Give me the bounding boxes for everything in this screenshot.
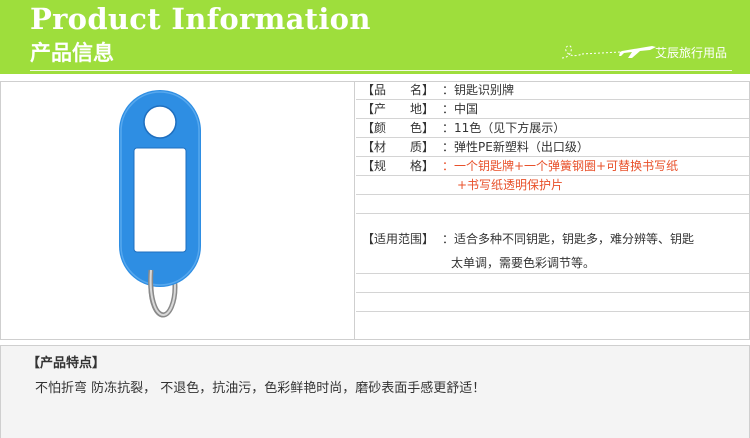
spec-value: ：中国 (442, 102, 479, 116)
brand-name: 艾辰旅行用品 (655, 46, 728, 60)
features-text: 不怕折弯 防冻抗裂， 不退色，抗油污，色彩鲜艳时尚，磨砂表面手感更舒适！ (35, 381, 486, 396)
spec-table: 【品 名】 ：钥匙识别牌 【产 地】 ：中国 【颜 色】 ：11色（见下方展示）… (356, 82, 749, 339)
spec-value-line2: 太单调，需要色彩调节等。 (451, 256, 596, 270)
spec-row-blank (356, 196, 749, 214)
spec-row-usage-cont: 太单调，需要色彩调节等。 (356, 255, 749, 274)
spec-value-line2: +书写纸透明保护片 (457, 178, 564, 192)
spec-value: ：弹性PE新塑料（出口级） (442, 140, 589, 154)
features-title: 【产品特点】 (27, 356, 106, 371)
spec-label: 【规 格】 (362, 159, 435, 173)
title-english: Product Information (30, 2, 371, 36)
product-panel: 【品 名】 ：钥匙识别牌 【产 地】 ：中国 【颜 色】 ：11色（见下方展示）… (0, 81, 750, 340)
spec-value: ：11色（见下方展示） (442, 121, 566, 135)
spec-label: 【品 名】 (362, 83, 435, 97)
spec-row-color: 【颜 色】 ：11色（见下方展示） (356, 120, 749, 138)
spec-label: 【材 质】 (362, 140, 435, 154)
spec-row-spec-cont: +书写纸透明保护片 (356, 177, 749, 195)
spec-row-blank (356, 294, 749, 312)
spec-row-name: 【品 名】 ：钥匙识别牌 (356, 82, 749, 100)
spec-row-usage: 【适用范围】 ：适合多种不同钥匙，钥匙多，难分辨等、钥匙 (356, 215, 749, 255)
spec-row-material: 【材 质】 ：弹性PE新塑料（出口级） (356, 139, 749, 157)
spec-label: 【颜 色】 (362, 121, 435, 135)
spec-value: ：适合多种不同钥匙，钥匙多，难分辨等、钥匙 (442, 232, 695, 246)
page-header: Product Information 产品信息 艾辰旅行用品 (0, 0, 750, 74)
spec-value: ：钥匙识别牌 (442, 83, 515, 97)
spec-label: 【产 地】 (362, 102, 435, 116)
title-chinese: 产品信息 (30, 41, 114, 65)
spec-label: 【适用范围】 (362, 232, 435, 246)
spec-row-spec: 【规 格】 ：一个钥匙牌+一个弹簧钢圈+可替换书写纸 (356, 158, 749, 176)
spec-row-blank (356, 313, 749, 331)
spec-row-origin: 【产 地】 ：中国 (356, 101, 749, 119)
airplane-trail-icon (561, 45, 656, 59)
key-tag-image (119, 90, 201, 318)
features-panel: 【产品特点】 不怕折弯 防冻抗裂， 不退色，抗油污，色彩鲜艳时尚，磨砂表面手感更… (0, 345, 750, 438)
spec-row-blank (356, 275, 749, 293)
header-divider (30, 70, 732, 71)
product-image-area (1, 82, 355, 339)
spec-value: ：一个钥匙牌+一个弹簧钢圈+可替换书写纸 (442, 159, 679, 173)
